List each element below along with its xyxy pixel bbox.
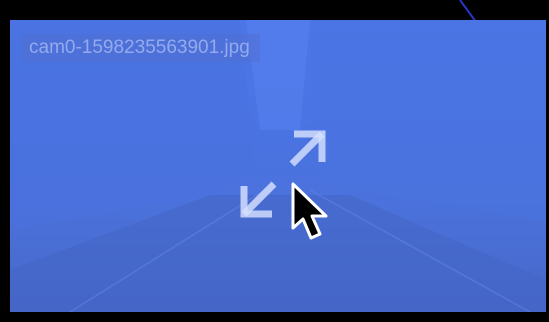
edge-line (459, 0, 477, 22)
camera-image-viewer[interactable]: cam0-1598235563901.jpg (10, 20, 546, 312)
filename-label: cam0-1598235563901.jpg (21, 34, 260, 62)
screen-frame: cam0-1598235563901.jpg (0, 0, 549, 322)
mouse-pointer-icon (291, 182, 335, 244)
